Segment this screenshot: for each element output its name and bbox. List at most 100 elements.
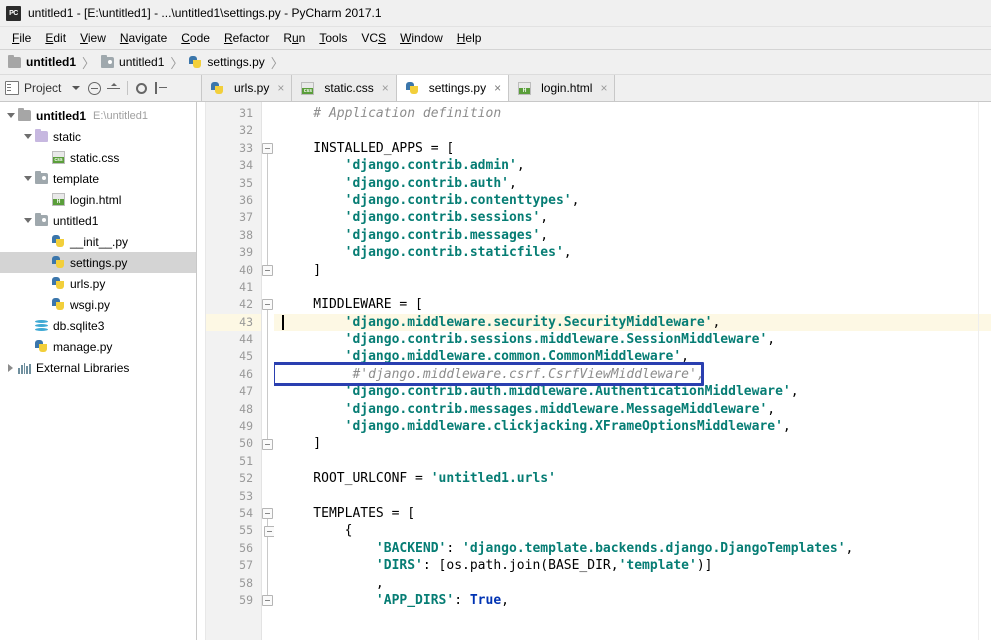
chevron-down-icon[interactable] (4, 109, 17, 122)
code-token-str: 'template' (618, 558, 697, 574)
fold-collapse-icon[interactable] (262, 264, 273, 276)
code-token-punc: : (454, 592, 470, 608)
menu-item-refactor[interactable]: Refactor (217, 29, 276, 47)
tree-item-untitled1[interactable]: untitled1 E:\untitled1 (0, 105, 196, 126)
menu-item-navigate[interactable]: Navigate (113, 29, 174, 47)
breadcrumb-label: settings.py (207, 55, 265, 69)
code-token-str: 'django.contrib.sessions' (344, 210, 541, 226)
tree-item-template[interactable]: template (0, 168, 196, 189)
fold-collapse-icon[interactable] (262, 142, 273, 154)
fold-collapse-icon[interactable] (262, 595, 273, 607)
chevron-right-icon[interactable] (4, 361, 17, 374)
project-tree-panel: untitled1 E:\untitled1 static static.css tem… (0, 102, 197, 640)
editor-tab-label: urls.py (234, 81, 270, 95)
menu-item-code[interactable]: Code (174, 29, 217, 47)
breadcrumb: untitled1 〉 untitled1 〉 settings.py 〉 (0, 50, 991, 75)
menu-item-help[interactable]: Help (450, 29, 489, 47)
line-number-gutter: 31 32 33 34 35 36 37 38 39 40 41 42 43 44 45 46 47 48 49 50… (206, 102, 262, 640)
menu-item-run[interactable]: Run (276, 29, 312, 47)
line-number: 53 (239, 488, 253, 503)
code-token-punc: , (790, 384, 799, 400)
editor-tab-settings-py[interactable]: settings.py × (396, 75, 510, 101)
menu-item-window[interactable]: Window (393, 29, 450, 47)
tree-item-manage-py[interactable]: manage.py (0, 336, 196, 357)
line-number: 32 (239, 123, 253, 138)
expand-all-icon[interactable] (105, 80, 122, 97)
menu-item-file[interactable]: File (5, 29, 38, 47)
tree-item-settings-py[interactable]: settings.py (0, 252, 196, 273)
code-line: , (274, 575, 991, 592)
python-file-icon (52, 256, 65, 269)
chevron-down-icon[interactable] (21, 172, 34, 185)
menu-item-view[interactable]: View (73, 29, 113, 47)
pycharm-logo-text: PC (9, 9, 18, 17)
chevron-down-icon[interactable] (21, 130, 34, 143)
collapse-all-icon[interactable] (86, 80, 103, 97)
tree-item-untitled1[interactable]: untitled1 (0, 210, 196, 231)
code-line: 'django.middleware.security.SecurityMidd… (274, 313, 991, 332)
tree-item-urls-py[interactable]: urls.py (0, 273, 196, 294)
code-folding-column[interactable] (262, 102, 275, 640)
editor-tab-static-css[interactable]: static.css × (292, 75, 397, 101)
close-icon[interactable]: × (494, 82, 501, 94)
fold-collapse-icon[interactable] (262, 299, 273, 311)
tree-item-login-html[interactable]: login.html (0, 189, 196, 210)
code-token-str: 'django.contrib.messages' (344, 227, 541, 243)
code-token-id (282, 402, 345, 417)
line-number: 41 (239, 279, 253, 294)
tree-item-static[interactable]: static (0, 126, 196, 147)
menu-item-tools[interactable]: Tools (312, 29, 354, 47)
code-line: 'django.middleware.clickjacking.XFrameOp… (274, 418, 991, 435)
tree-item-label: settings.py (70, 255, 128, 270)
close-icon[interactable]: × (382, 82, 389, 94)
code-token-cmt: # Application definition (282, 106, 502, 121)
chevron-down-icon[interactable] (21, 214, 34, 227)
code-line: TEMPLATES = [ (274, 505, 991, 522)
code-line: { (274, 522, 991, 539)
main-body: untitled1 E:\untitled1 static static.css tem… (0, 102, 991, 640)
close-icon[interactable]: × (277, 82, 284, 94)
gear-icon[interactable] (133, 80, 150, 97)
code-token-str: 'BACKEND' (375, 540, 447, 556)
code-token-id (282, 419, 345, 434)
tree-item-__init__-py[interactable]: __init__.py (0, 231, 196, 252)
breadcrumb-item-1[interactable]: untitled1 (101, 54, 164, 69)
menu-item-edit[interactable]: Edit (38, 29, 73, 47)
editor-tab-login-html[interactable]: login.html × (509, 75, 616, 101)
code-editor[interactable]: 31 32 33 34 35 36 37 38 39 40 41 42 43 44 45 46 47 48 49 50… (197, 102, 991, 640)
line-number: 38 (239, 227, 253, 242)
code-line: # Application definition (274, 105, 991, 122)
tree-item-wsgi-py[interactable]: wsgi.py (0, 294, 196, 315)
breadcrumb-separator: 〉 (170, 55, 184, 71)
code-token-punc: , (501, 592, 509, 608)
code-token-punc: , (516, 158, 525, 174)
code-token-id: { (282, 523, 353, 539)
current-line-marker (979, 313, 991, 332)
chevron-down-icon[interactable] (67, 80, 84, 97)
project-view-icon[interactable] (5, 81, 19, 95)
tree-item-external-libraries[interactable]: External Libraries (0, 357, 196, 378)
editor-tab-bar: urls.py×static.css×settings.py×login.htm… (202, 75, 991, 101)
menu-item-vcs[interactable]: VCS (354, 29, 393, 47)
editor-right-gutter[interactable] (978, 102, 991, 640)
code-text-area[interactable]: # Application definition INSTALLED_APPS … (274, 102, 991, 640)
tree-item-label: manage.py (53, 339, 113, 354)
tree-item-db-sqlite3[interactable]: db.sqlite3 (0, 315, 196, 336)
breadcrumb-item-2[interactable]: settings.py (189, 55, 265, 69)
fold-collapse-icon[interactable] (262, 508, 273, 520)
fold-collapse-icon[interactable] (262, 438, 273, 450)
folder-purple-icon (35, 129, 48, 142)
line-number: 48 (239, 401, 253, 416)
close-icon[interactable]: × (600, 82, 607, 94)
hide-panel-icon[interactable] (152, 80, 169, 97)
breadcrumb-item-0[interactable]: untitled1 (8, 54, 76, 69)
code-line: 'django.contrib.admin', (274, 157, 991, 174)
editor-tab-urls-py[interactable]: urls.py × (202, 75, 293, 101)
code-token-id (282, 349, 345, 364)
tree-item-static-css[interactable]: static.css (0, 147, 196, 168)
line-number: 52 (239, 471, 253, 486)
library-icon (18, 362, 31, 374)
